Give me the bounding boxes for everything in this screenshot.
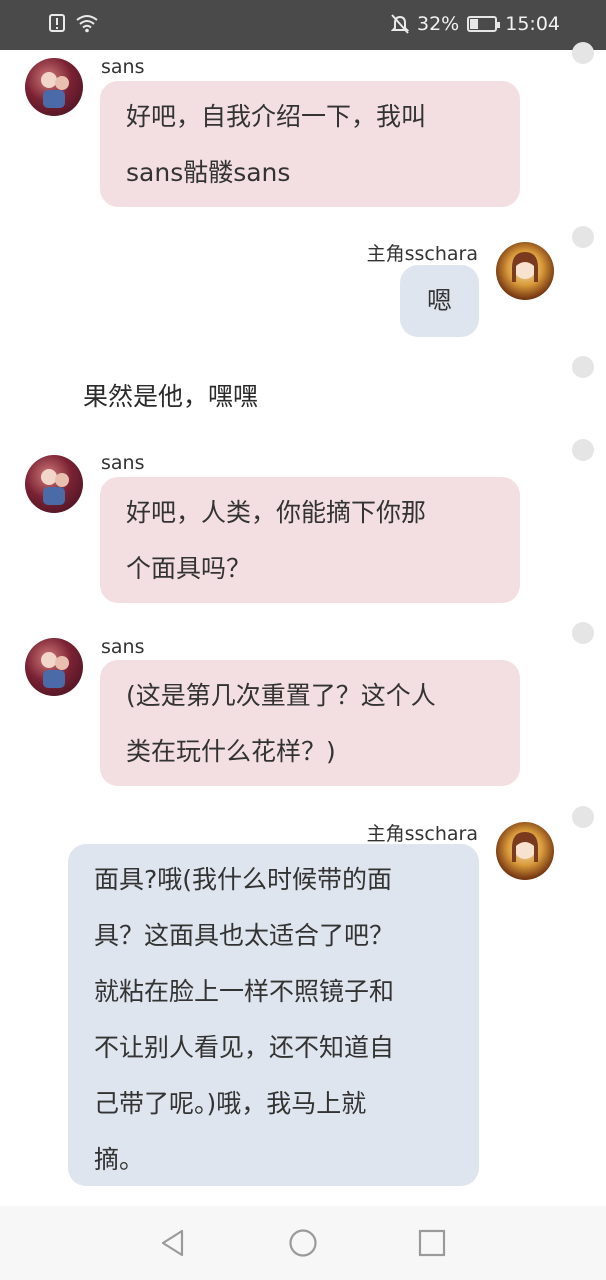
message-line: 面具?哦(我什么时候带的面 [94,865,393,894]
alert-icon [49,14,65,32]
message-line: 好吧，自我介绍一下，我叫 [126,102,427,131]
message-line: 嗯 [426,286,452,315]
skeleton-portrait-icon [41,72,69,108]
message-line: 具？这面具也太适合了吧？ [94,921,395,950]
select-dot[interactable] [572,356,594,378]
message-bubble[interactable]: (这是第几次重置了？这个人 类在玩什么花样？) [100,660,520,786]
battery-fill [470,19,479,29]
sender-name: sans [101,452,145,474]
recents-square-icon[interactable] [417,1228,447,1258]
select-dot[interactable] [572,226,594,248]
message-line: 类在玩什么花样？) [126,737,336,766]
chara-avatar[interactable] [496,242,554,300]
message-line: 己带了呢。)哦，我马上就 [94,1089,367,1118]
select-dot[interactable] [572,806,594,828]
message-line: 不让别人看见，还不知道自 [94,1033,395,1062]
girl-portrait-icon [512,832,538,862]
status-bar: 32% 15:04 [0,0,606,50]
message-line: 就粘在脸上一样不照镜子和 [94,977,395,1006]
wifi-icon [76,15,98,33]
battery-icon [467,16,501,32]
message-bubble[interactable]: 面具?哦(我什么时候带的面 具？这面具也太适合了吧？ 就粘在脸上一样不照镜子和 … [68,844,479,1186]
back-triangle-icon[interactable] [158,1228,188,1258]
sans-avatar[interactable] [25,58,83,116]
sender-name: 主角sschara [366,823,478,845]
sans-avatar[interactable] [25,638,83,696]
message-bubble[interactable]: 好吧，自我介绍一下，我叫 sans骷髅sans [100,81,520,207]
clock: 15:04 [505,13,560,35]
sender-name: sans [101,636,145,658]
skeleton-portrait-icon [41,469,69,505]
select-dot[interactable] [572,622,594,644]
girl-portrait-icon [512,252,538,282]
mute-bell-icon [391,14,409,34]
message-line: sans骷髅sans [126,158,291,187]
battery-percent: 32% [417,13,460,35]
message-line: (这是第几次重置了？这个人 [126,681,436,710]
home-circle-icon[interactable] [288,1228,318,1258]
select-dot[interactable] [572,439,594,461]
sender-name: sans [101,56,145,78]
message-line: 好吧，人类，你能摘下你那 [126,498,427,527]
navigation-bar [0,1206,606,1280]
message-bubble[interactable]: 好吧，人类，你能摘下你那 个面具吗？ [100,477,520,603]
message-line: 个面具吗？ [126,554,252,583]
message-bubble[interactable]: 嗯 [400,265,479,337]
sender-name: 主角sschara [366,243,478,265]
narration-text: 果然是他，嘿嘿 [83,382,259,411]
chara-avatar[interactable] [496,822,554,880]
select-dot[interactable] [572,42,594,64]
skeleton-portrait-icon [41,652,69,688]
message-line: 摘。 [94,1145,145,1174]
sans-avatar[interactable] [25,455,83,513]
